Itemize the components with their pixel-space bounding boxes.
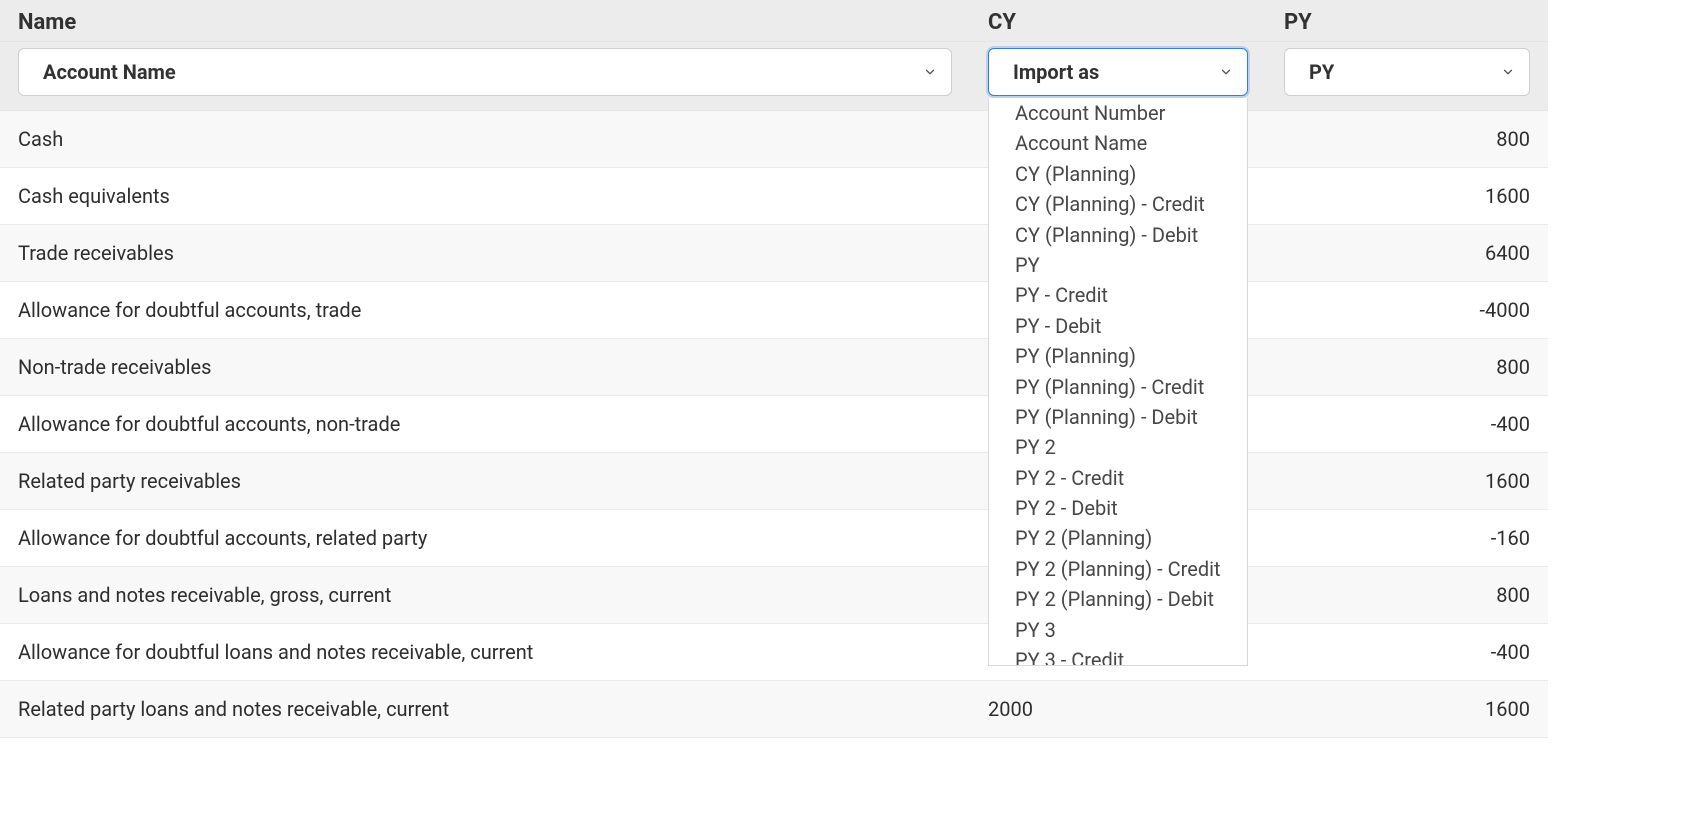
- py-value-cell: 1600: [1266, 453, 1548, 510]
- py-value-cell: 800: [1266, 339, 1548, 396]
- py-value-cell: 800: [1266, 567, 1548, 624]
- col-header-cy: CY: [970, 0, 1266, 42]
- cy-mapping-dropdown: Account NumberAccount NameCY (Planning)C…: [988, 98, 1248, 666]
- py-value-cell: 800: [1266, 111, 1548, 168]
- cy-mapping-select-value: Import as: [1013, 60, 1099, 84]
- cy-mapping-select[interactable]: Import as Account NumberAccount NameCY (…: [988, 48, 1248, 96]
- account-name-cell: Related party receivables: [0, 453, 970, 510]
- account-name-cell: Allowance for doubtful accounts, non-tra…: [0, 396, 970, 453]
- py-value-cell: 1600: [1266, 168, 1548, 225]
- dropdown-option[interactable]: CY (Planning) - Credit: [989, 189, 1247, 219]
- account-name-cell: Trade receivables: [0, 225, 970, 282]
- dropdown-option[interactable]: PY - Credit: [989, 280, 1247, 310]
- dropdown-option[interactable]: PY (Planning): [989, 341, 1247, 371]
- col-header-py: PY: [1266, 0, 1548, 42]
- account-name-cell: Cash: [0, 111, 970, 168]
- py-value-cell: -400: [1266, 624, 1548, 681]
- mapping-grid: Name CY PY Account Name Import as Accoun…: [0, 0, 1548, 738]
- account-name-cell: Allowance for doubtful accounts, trade: [0, 282, 970, 339]
- dropdown-option[interactable]: Account Name: [989, 128, 1247, 158]
- py-value-cell: -400: [1266, 396, 1548, 453]
- account-name-cell: Allowance for doubtful loans and notes r…: [0, 624, 970, 681]
- dropdown-option[interactable]: PY 2: [989, 432, 1247, 462]
- dropdown-option[interactable]: Account Number: [989, 98, 1247, 128]
- py-value-cell: 1600: [1266, 681, 1548, 738]
- py-value-cell: -4000: [1266, 282, 1548, 339]
- dropdown-option[interactable]: PY (Planning) - Debit: [989, 402, 1247, 432]
- py-value-cell: -160: [1266, 510, 1548, 567]
- col-select-wrap-name: Account Name: [0, 42, 970, 111]
- chevron-down-icon: [923, 65, 937, 79]
- dropdown-option[interactable]: PY (Planning) - Credit: [989, 372, 1247, 402]
- dropdown-option[interactable]: PY: [989, 250, 1247, 280]
- account-name-cell: Related party loans and notes receivable…: [0, 681, 970, 738]
- dropdown-option[interactable]: CY (Planning) - Debit: [989, 220, 1247, 250]
- dropdown-option[interactable]: PY - Debit: [989, 311, 1247, 341]
- dropdown-option[interactable]: PY 3: [989, 615, 1247, 645]
- col-select-wrap-cy: Import as Account NumberAccount NameCY (…: [970, 42, 1266, 111]
- dropdown-option[interactable]: CY (Planning): [989, 159, 1247, 189]
- py-mapping-select[interactable]: PY: [1284, 48, 1530, 96]
- name-mapping-select[interactable]: Account Name: [18, 48, 952, 96]
- dropdown-option[interactable]: PY 2 - Debit: [989, 493, 1247, 523]
- py-value-cell: 6400: [1266, 225, 1548, 282]
- account-name-cell: Loans and notes receivable, gross, curre…: [0, 567, 970, 624]
- account-name-cell: Cash equivalents: [0, 168, 970, 225]
- col-select-wrap-py: PY: [1266, 42, 1548, 111]
- dropdown-option[interactable]: PY 3 - Credit: [989, 645, 1247, 665]
- cy-mapping-dropdown-list[interactable]: Account NumberAccount NameCY (Planning)C…: [989, 98, 1247, 665]
- dropdown-option[interactable]: PY 2 (Planning) - Debit: [989, 584, 1247, 614]
- chevron-down-icon: [1501, 65, 1515, 79]
- dropdown-option[interactable]: PY 2 - Credit: [989, 463, 1247, 493]
- cy-value-cell: 2000: [970, 681, 1266, 738]
- name-mapping-select-value: Account Name: [43, 60, 176, 84]
- account-name-cell: Non-trade receivables: [0, 339, 970, 396]
- py-mapping-select-value: PY: [1309, 60, 1334, 84]
- account-name-cell: Allowance for doubtful accounts, related…: [0, 510, 970, 567]
- chevron-down-icon: [1219, 65, 1233, 79]
- dropdown-option[interactable]: PY 2 (Planning): [989, 523, 1247, 553]
- col-header-name: Name: [0, 0, 970, 42]
- dropdown-option[interactable]: PY 2 (Planning) - Credit: [989, 554, 1247, 584]
